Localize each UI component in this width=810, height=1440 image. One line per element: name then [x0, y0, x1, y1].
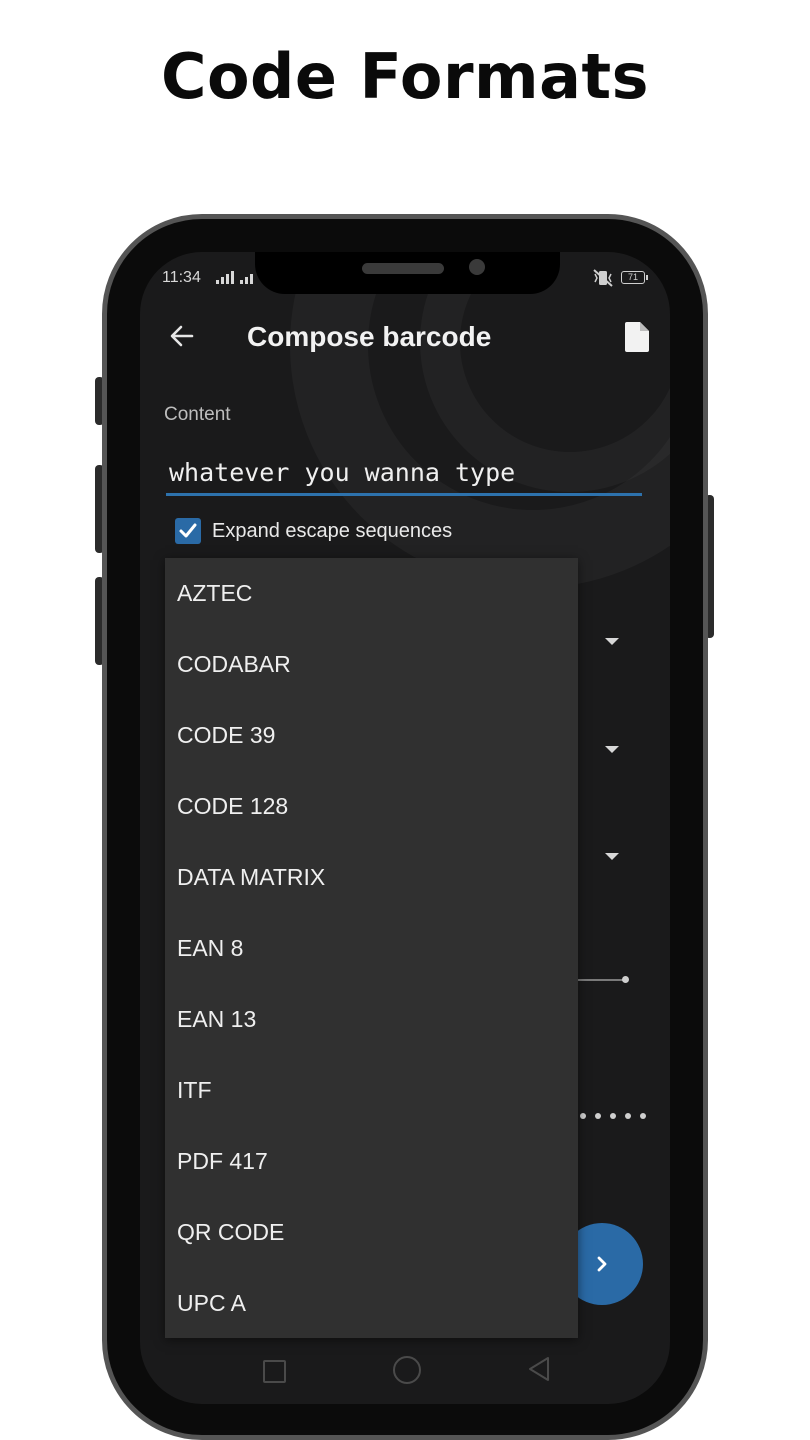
- arrow-left-icon[interactable]: [168, 322, 196, 350]
- phone-screen: 11:34 71 Compose barcode Content whateve…: [140, 252, 670, 1404]
- page-title: Compose barcode: [247, 321, 492, 352]
- vibrate-off-icon: [593, 269, 613, 287]
- menu-item-code-128[interactable]: CODE 128: [165, 771, 578, 842]
- menu-item-pdf-417[interactable]: PDF 417: [165, 1126, 578, 1197]
- chevron-down-icon[interactable]: [605, 746, 619, 753]
- menu-item-code-39[interactable]: CODE 39: [165, 700, 578, 771]
- menu-item-ean-8[interactable]: EAN 8: [165, 913, 578, 984]
- file-icon[interactable]: [624, 321, 650, 353]
- signal-icon: [216, 270, 234, 284]
- menu-item-aztec[interactable]: AZTEC: [165, 558, 578, 629]
- stepped-slider[interactable]: [580, 1113, 646, 1119]
- menu-item-ean-13[interactable]: EAN 13: [165, 984, 578, 1055]
- menu-item-qr-code[interactable]: QR CODE: [165, 1197, 578, 1268]
- signal-icon: [240, 270, 253, 284]
- home-icon[interactable]: [393, 1356, 421, 1384]
- expand-escape-label[interactable]: Expand escape sequences: [212, 520, 452, 543]
- phone-frame: 11:34 71 Compose barcode Content whateve…: [102, 214, 708, 1440]
- speaker-grille: [362, 263, 444, 274]
- menu-item-itf[interactable]: ITF: [165, 1055, 578, 1126]
- chevron-down-icon[interactable]: [605, 638, 619, 645]
- menu-item-codabar[interactable]: CODABAR: [165, 629, 578, 700]
- system-nav-bar: [140, 1344, 670, 1404]
- format-dropdown-menu: AZTEC CODABAR CODE 39 CODE 128 DATA MATR…: [165, 558, 578, 1338]
- chevron-down-icon[interactable]: [605, 853, 619, 860]
- back-triangle-icon[interactable]: [526, 1356, 552, 1382]
- menu-item-data-matrix[interactable]: DATA MATRIX: [165, 842, 578, 913]
- status-time: 11:34: [162, 269, 201, 286]
- chevron-right-icon: [597, 1256, 607, 1272]
- slider-track[interactable]: [575, 979, 625, 981]
- check-icon: [179, 523, 197, 538]
- expand-escape-checkbox[interactable]: [175, 518, 201, 544]
- front-camera: [469, 259, 485, 275]
- content-input[interactable]: [166, 452, 642, 496]
- battery-icon: 71: [621, 271, 648, 284]
- content-label: Content: [164, 404, 231, 425]
- recents-icon[interactable]: [263, 1360, 286, 1383]
- menu-item-upc-a[interactable]: UPC A: [165, 1268, 578, 1339]
- slider-handle[interactable]: [622, 976, 629, 983]
- phone-notch: [255, 252, 560, 294]
- promo-title: Code Formats: [160, 40, 650, 113]
